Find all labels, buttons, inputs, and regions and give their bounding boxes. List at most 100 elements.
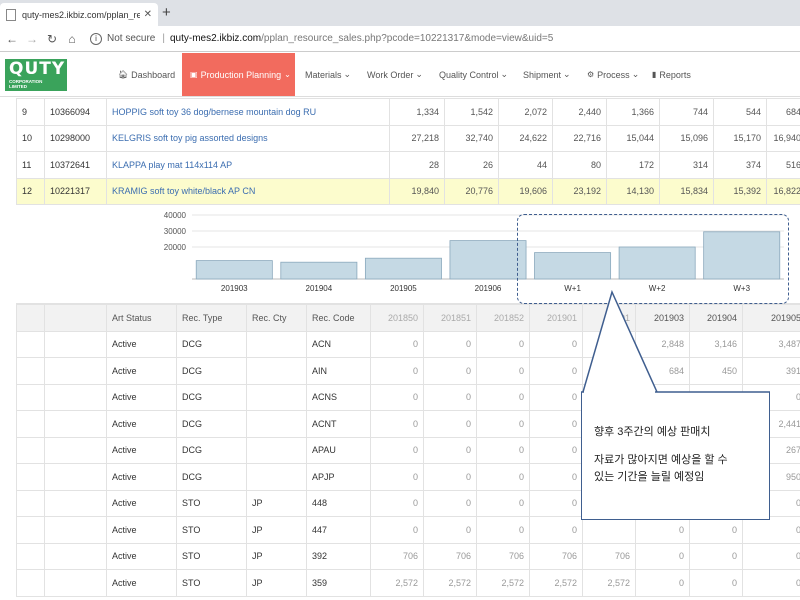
rec-code: 392 xyxy=(306,542,371,570)
close-icon[interactable]: ✕ xyxy=(144,9,152,20)
column-header[interactable]: 201 xyxy=(582,304,636,332)
product-name-link[interactable]: KRAMIG soft toy white/black AP CN xyxy=(106,177,390,205)
nav-reports[interactable]: ▮ Reports xyxy=(652,53,691,96)
rec-cty: JP xyxy=(246,542,307,570)
period-value: 0 xyxy=(529,463,583,491)
table-row[interactable]: ActiveSTOJP392706706706706706000 xyxy=(16,542,800,570)
column-header[interactable]: 201851 xyxy=(423,304,477,332)
nav-work-order[interactable]: Work Order ⌄ xyxy=(367,53,423,96)
app-navbar: QUTY CORPORATION LIMITED 🏠︎ Dashboard ▣ Pro… xyxy=(0,53,800,97)
period-value: 0 xyxy=(370,330,424,358)
column-header[interactable]: 201850 xyxy=(370,304,424,332)
rec-code: APAU xyxy=(306,436,371,464)
table-row[interactable]: ActiveSTOJP4470000000 xyxy=(16,516,800,544)
info-icon[interactable]: i xyxy=(90,32,102,45)
period-value: 391 xyxy=(742,357,800,385)
period-value: 0 xyxy=(370,489,424,517)
bar-201906[interactable] xyxy=(449,240,527,280)
table-row[interactable]: 9 10366094 HOPPIG soft toy 36 dog/bernese … xyxy=(16,98,800,126)
sales-value: 22,716 xyxy=(552,124,607,152)
period-value: 0 xyxy=(742,542,800,570)
column-header[interactable]: 201901 xyxy=(529,304,583,332)
period-value: 0 xyxy=(635,569,690,597)
table-row[interactable]: Active DCG AIN 0 0 0 0 684 450 391 xyxy=(16,357,800,385)
company-logo[interactable]: QUTY CORPORATION LIMITED xyxy=(5,59,67,91)
period-value: 706 xyxy=(423,542,477,570)
rec-type: DCG xyxy=(176,463,247,491)
table-row[interactable]: Active DCG ACN 0 0 0 0 2,848 3,146 3,487 xyxy=(16,330,800,358)
new-tab-plus-icon[interactable]: + xyxy=(162,4,171,21)
nav-production-planning[interactable]: ▣ Production Planning ⌄ xyxy=(182,53,295,96)
period-value: 3,487 xyxy=(742,330,800,358)
chevron-down-icon: ⌄ xyxy=(415,69,423,79)
product-code: 10366094 xyxy=(44,98,107,126)
url-field[interactable]: i Not secure | quty-mes2.ikbiz.com/pplan… xyxy=(90,29,800,49)
rec-cty xyxy=(246,436,307,464)
column-header[interactable]: 201903 xyxy=(635,304,690,332)
sales-value: 23,192 xyxy=(552,177,607,205)
period-value: 0 xyxy=(742,516,800,544)
period-value: 0 xyxy=(635,516,690,544)
column-header[interactable]: Rec. Code xyxy=(306,304,371,332)
table-row[interactable]: 10 10298000 KELGRIS soft toy pig assorted … xyxy=(16,124,800,152)
rec-cty: JP xyxy=(246,489,307,517)
bar-201903[interactable] xyxy=(195,260,273,280)
art-status: Active xyxy=(106,542,177,570)
product-code: 10372641 xyxy=(44,151,107,179)
period-value: 0 xyxy=(476,436,530,464)
forecast-highlight-box xyxy=(517,214,789,304)
rec-code: ACNS xyxy=(306,383,371,411)
table-row[interactable]: Active STO JP 359 2,572 2,572 2,572 2,572 2,572 0… xyxy=(16,569,800,597)
period-value: 0 xyxy=(529,489,583,517)
product-name-link[interactable]: KELGRIS soft toy pig assorted designs xyxy=(106,124,390,152)
art-status: Active xyxy=(106,569,177,597)
period-value xyxy=(582,516,636,544)
bar-201904[interactable] xyxy=(280,261,358,280)
browser-tab[interactable]: quty-mes2.ikbiz.com/pplan_res ✕ xyxy=(0,3,158,26)
period-value: 3,146 xyxy=(689,330,743,358)
forward-arrow-icon[interactable]: → xyxy=(22,32,42,46)
sales-value: 28 xyxy=(389,151,445,179)
period-value: 2,572 xyxy=(582,569,636,597)
period-value: 706 xyxy=(582,542,636,570)
bar-201905[interactable] xyxy=(364,257,442,280)
nav-dashboard[interactable]: 🏠︎ Dashboard xyxy=(118,53,175,96)
period-value: 2,572 xyxy=(423,569,477,597)
address-bar: ← → ↻ ⌂ i Not secure | quty-mes2.ikbiz.c… xyxy=(0,26,800,52)
back-arrow-icon[interactable]: ← xyxy=(2,32,22,46)
table-header-row: Art Status Rec. Type Rec. Cty Rec. Code 2018… xyxy=(16,304,800,332)
period-value: 0 xyxy=(423,516,477,544)
column-header[interactable]: 201852 xyxy=(476,304,530,332)
period-value: 706 xyxy=(370,542,424,570)
column-header[interactable]: 201905 xyxy=(742,304,800,332)
sales-value: 26 xyxy=(444,151,499,179)
chevron-down-icon: ⌄ xyxy=(631,69,640,79)
sales-value: 1,542 xyxy=(444,98,499,126)
product-name-link[interactable]: KLAPPA play mat 114x114 AP xyxy=(106,151,390,179)
reload-icon[interactable]: ↻ xyxy=(42,32,62,46)
sales-value: 314 xyxy=(659,151,714,179)
period-value: 0 xyxy=(423,489,477,517)
table-row[interactable]: 12 10221317 KRAMIG soft toy white/black AP… xyxy=(16,177,800,205)
period-value: 0 xyxy=(635,542,690,570)
url-host: quty-mes2.ikbiz.com xyxy=(169,33,262,44)
nav-materials[interactable]: Materials ⌄ xyxy=(305,53,351,96)
nav-shipment[interactable]: Shipment ⌄ xyxy=(523,53,571,96)
rec-code: AIN xyxy=(306,357,371,385)
sales-value: 19,606 xyxy=(498,177,553,205)
sales-value: 2,072 xyxy=(498,98,553,126)
column-header[interactable]: Rec. Type xyxy=(176,304,247,332)
home-icon[interactable]: ⌂ xyxy=(62,32,82,46)
column-header[interactable]: 201904 xyxy=(689,304,743,332)
table-row[interactable]: 11 10372641 KLAPPA play mat 114x114 AP 28 26… xyxy=(16,151,800,179)
rec-code: 448 xyxy=(306,489,371,517)
product-name-link[interactable]: HOPPIG soft toy 36 dog/bernese mountain … xyxy=(106,98,390,126)
period-value: 0 xyxy=(689,516,743,544)
column-header[interactable]: Rec. Cty xyxy=(246,304,307,332)
sales-value: 1,334 xyxy=(389,98,445,126)
nav-quality-control[interactable]: Quality Control ⌄ xyxy=(439,53,508,96)
column-header[interactable]: Art Status xyxy=(106,304,177,332)
period-value: 0 xyxy=(742,569,800,597)
period-value: 0 xyxy=(423,410,477,438)
nav-process[interactable]: ⚙ Process ⌄ xyxy=(587,53,639,96)
